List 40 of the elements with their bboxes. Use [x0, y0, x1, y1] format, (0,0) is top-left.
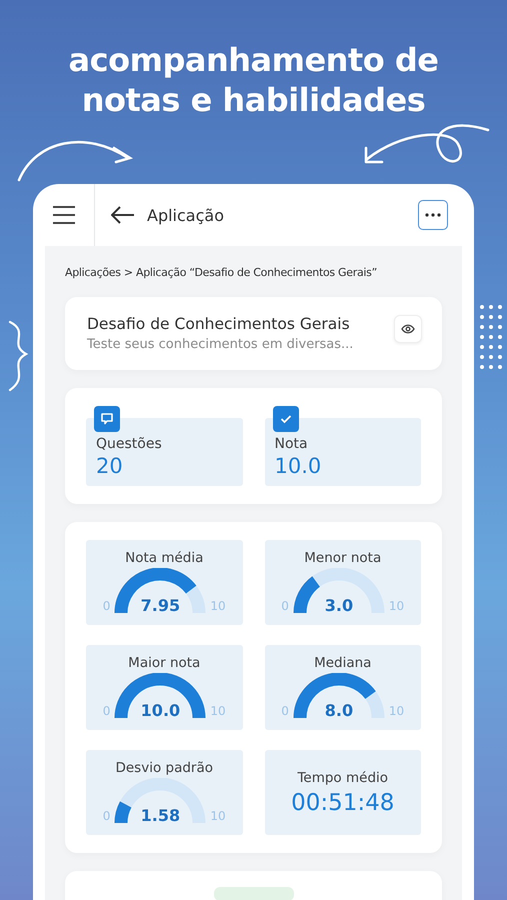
breadcrumb: Aplicações > Aplicação “Desafio de Conhecimentos Gerais” — [65, 266, 378, 279]
menu-icon — [52, 205, 74, 225]
headline: acompanhamento de notas e habilidades — [68, 40, 440, 120]
metric-label: Mediana — [314, 655, 372, 671]
more-button[interactable] — [418, 200, 448, 230]
more-icon — [425, 213, 441, 217]
gauge-min: 0 — [281, 704, 289, 718]
metric-value: 00:51:48 — [291, 790, 394, 816]
view-button[interactable] — [394, 315, 422, 343]
metric-value: 3.0 — [324, 596, 354, 615]
metric-value: 7.95 — [140, 596, 182, 615]
gauge-min: 0 — [102, 704, 110, 718]
metric-label: Nota média — [125, 550, 204, 566]
back-button[interactable] — [111, 206, 135, 224]
gauge-max: 10 — [388, 704, 404, 718]
stat-label: Nota — [274, 436, 309, 452]
metric-label: Maior nota — [128, 655, 200, 671]
stat-value: 20 — [96, 454, 124, 478]
screen-title: Aplicação — [147, 206, 225, 224]
gauge-max: 10 — [210, 599, 226, 613]
gauge-min: 0 — [102, 809, 110, 823]
chat-icon — [100, 412, 114, 426]
metric-label: Desvio padrão — [115, 760, 214, 776]
back-arrow-icon — [111, 206, 135, 224]
metric-value: 10.0 — [140, 701, 182, 720]
stat-value: 10.0 — [274, 454, 322, 478]
metric-label: Tempo médio — [297, 770, 388, 786]
gauge-min: 0 — [102, 599, 110, 613]
gauge-max: 10 — [210, 809, 226, 823]
application-title: Desafio de Conhecimentos Gerais — [87, 315, 351, 333]
metric-value: 1.58 — [140, 806, 182, 825]
eye-icon — [401, 324, 415, 334]
metric-label: Menor nota — [304, 550, 382, 566]
gauge-max: 10 — [388, 599, 404, 613]
gauge-max: 10 — [210, 704, 226, 718]
application-description: Teste seus conhecimentos em diversas... — [87, 337, 354, 352]
metric-value: 8.0 — [324, 701, 354, 720]
dot-grid — [479, 304, 503, 370]
gauge-min: 0 — [281, 599, 289, 613]
stat-label: Questões — [96, 436, 163, 452]
